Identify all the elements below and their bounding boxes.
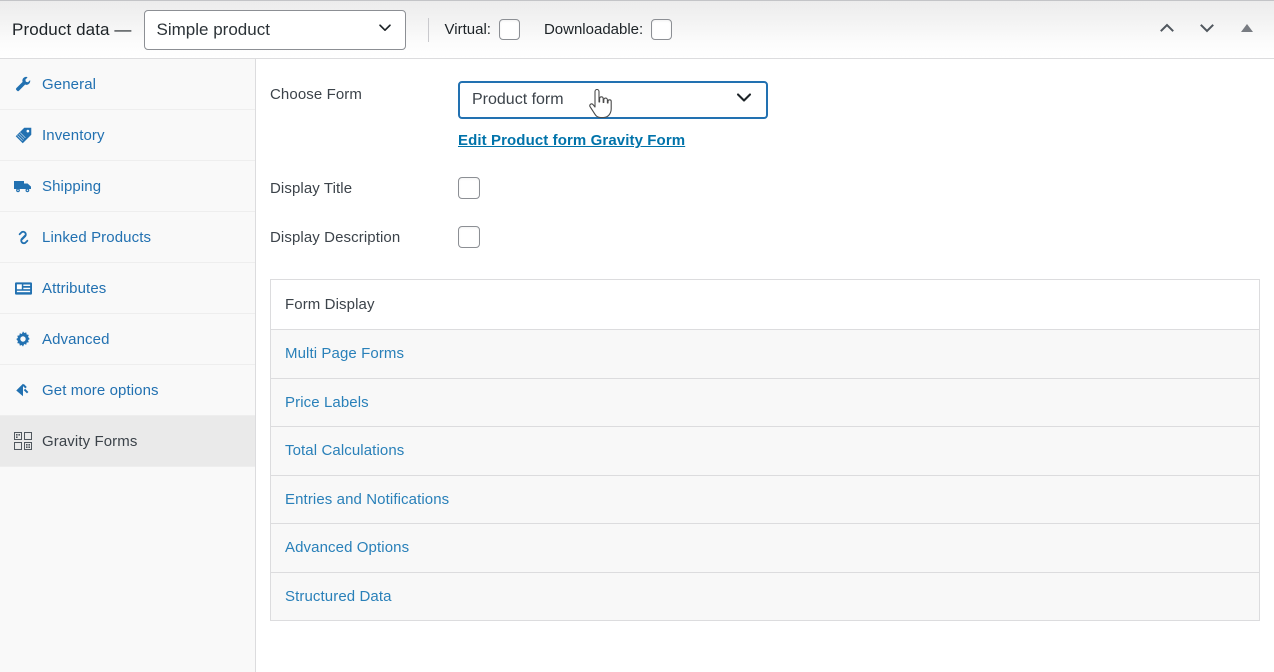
display-description-row: Display Description [256, 224, 1274, 253]
toggle-panel-button[interactable] [1234, 17, 1260, 43]
sidebar-item-label: Get more options [42, 381, 159, 399]
header-divider [427, 17, 429, 42]
wrench-icon [12, 73, 34, 95]
sidebar-item-label: Attributes [42, 279, 107, 297]
sidebar-item-get-more-options[interactable]: Get more options [0, 365, 255, 416]
triangle-up-icon [1239, 21, 1255, 38]
table-row[interactable]: Entries and Notifications [271, 475, 1259, 524]
move-down-button[interactable] [1194, 17, 1220, 43]
sidebar-item-advanced[interactable]: Advanced [0, 314, 255, 365]
plugin-plug-icon [12, 379, 34, 401]
chevron-down-icon [1197, 18, 1217, 41]
display-description-control [458, 224, 1274, 253]
form-display-table-header: Form Display [271, 280, 1259, 330]
display-title-checkbox[interactable] [458, 177, 480, 199]
virtual-checkbox-group: Virtual: [445, 19, 520, 40]
table-row-link: Price Labels [285, 393, 369, 411]
display-description-checkbox[interactable] [458, 226, 480, 248]
move-up-button[interactable] [1154, 17, 1180, 43]
sidebar-item-label: Gravity Forms [42, 432, 138, 450]
sidebar-item-label: Advanced [42, 330, 110, 348]
table-row-link: Total Calculations [285, 442, 405, 460]
product-data-panel: Product data — Simple product Virtual: D… [0, 0, 1274, 672]
sidebar-item-label: Inventory [42, 126, 105, 144]
virtual-label: Virtual: [444, 21, 491, 38]
display-title-control [458, 175, 1274, 204]
gravity-forms-grid-icon [12, 430, 34, 452]
product-data-tabs: General Inventory Shipping Linked Produc… [0, 59, 256, 672]
table-row-link: Multi Page Forms [285, 345, 405, 363]
panel-body: General Inventory Shipping Linked Produc… [0, 59, 1274, 672]
table-row[interactable]: Structured Data [271, 572, 1259, 621]
sidebar-item-shipping[interactable]: Shipping [0, 161, 255, 212]
sidebar-item-inventory[interactable]: Inventory [0, 110, 255, 161]
page-title: Product data — [12, 19, 132, 39]
chevron-up-icon [1157, 18, 1177, 41]
sidebar-item-general[interactable]: General [0, 59, 255, 110]
downloadable-label: Downloadable: [543, 21, 644, 38]
attributes-list-icon [12, 277, 34, 299]
downloadable-checkbox-group: Downloadable: [543, 19, 673, 40]
choose-form-select-wrap: Product form [458, 81, 768, 119]
product-type-select[interactable]: Simple product [143, 9, 406, 50]
sidebar-item-label: General [42, 75, 97, 93]
choose-form-select[interactable]: Product form [458, 81, 768, 119]
table-row[interactable]: Advanced Options [271, 524, 1259, 573]
sidebar-item-label: Linked Products [42, 228, 152, 246]
table-row-link: Structured Data [285, 587, 392, 605]
sidebar-item-gravity-forms[interactable]: Gravity Forms [0, 416, 255, 467]
table-row[interactable]: Multi Page Forms [271, 330, 1259, 379]
panel-header: Product data — Simple product Virtual: D… [0, 1, 1274, 59]
sidebar-item-attributes[interactable]: Attributes [0, 263, 255, 314]
choose-form-label: Choose Form [270, 86, 362, 103]
display-description-label: Display Description [270, 229, 401, 246]
header-actions [1154, 17, 1260, 43]
link-icon [12, 226, 34, 248]
table-row-link: Entries and Notifications [285, 490, 450, 508]
choose-form-row: Choose Form Product form Edit Product fo… [256, 81, 1274, 150]
gear-icon [12, 328, 34, 350]
sidebar-item-label: Shipping [42, 177, 102, 195]
display-title-row: Display Title [256, 175, 1274, 204]
table-row[interactable]: Price Labels [271, 378, 1259, 427]
gravity-forms-panel-content: Choose Form Product form Edit Product fo… [256, 59, 1274, 672]
form-display-table: Form Display Multi Page Forms Price Labe… [270, 279, 1260, 621]
display-title-label: Display Title [270, 180, 353, 197]
truck-icon [12, 175, 34, 197]
virtual-checkbox[interactable] [498, 19, 520, 40]
sidebar-item-linked-products[interactable]: Linked Products [0, 212, 255, 263]
tag-icon [12, 124, 34, 146]
table-row-link: Advanced Options [285, 539, 410, 557]
choose-form-control: Product form Edit Product form Gravity F… [458, 81, 1274, 150]
table-row[interactable]: Total Calculations [271, 427, 1259, 476]
downloadable-checkbox[interactable] [651, 19, 673, 40]
edit-gravity-form-link[interactable]: Edit Product form Gravity Form [458, 132, 685, 149]
product-type-select-wrap: Simple product [143, 9, 406, 50]
